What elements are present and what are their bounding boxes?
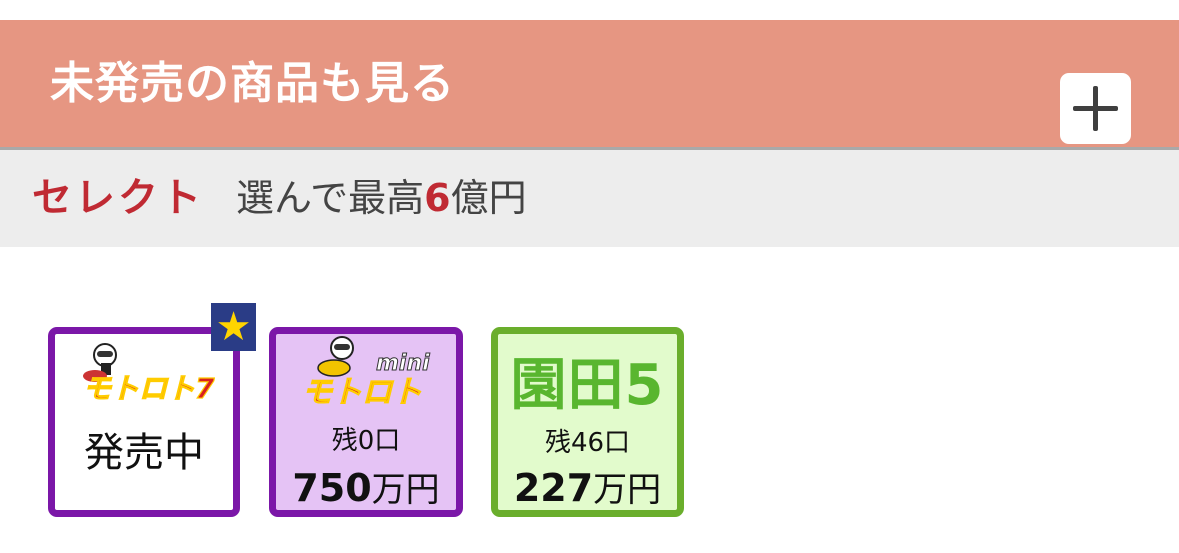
unreleased-products-title[interactable]: 未発売の商品も見る [50,20,455,147]
product-card-sonoda5[interactable]: 園田5 残46口 227万円 [491,327,684,517]
motoloto-mini-logo-text: モトロト [302,375,422,410]
product-card-motoloto7[interactable]: モトロト7 発売中 [48,327,240,517]
card-status: 発売中 [84,430,204,476]
card-remaining: 残0口 [331,426,401,456]
select-label: セレクト [32,175,204,221]
expand-button[interactable] [1060,73,1131,144]
select-desc-suffix: 億円 [450,176,527,220]
prize-unit: 万円 [371,470,440,510]
select-desc-prefix: 選んで最高 [236,176,425,220]
select-section-header: セレクト 選んで最高6億円 [0,150,1179,247]
select-desc-amount: 6 [424,176,451,220]
plus-icon-vertical [1093,86,1098,131]
card-prize: 750万円 [276,462,456,511]
star-icon: ★ [211,303,256,351]
prize-amount: 227 [513,466,594,510]
select-description: 選んで最高6億円 [236,150,527,247]
card-prize: 227万円 [498,462,677,511]
prize-amount: 750 [292,466,372,510]
motoloto7-logo-text: モトロト7 [83,372,215,405]
motoloto7-logo: モトロト7 [82,343,215,406]
product-card-motoloto-mini[interactable]: mini モトロト 残0口 750万円 [269,327,463,517]
prize-unit: 万円 [593,470,662,510]
motoloto-mini-logo-small-text: mini [376,351,430,376]
card-remaining: 残46口 [544,428,631,458]
unreleased-products-bar[interactable]: 未発売の商品も見る [0,20,1179,147]
page: 未発売の商品も見る セレクト 選んで最高6億円 モトロト7 発売中 ★ mini… [0,0,1179,553]
motoloto-mini-logo: mini モトロト [301,336,431,410]
product-name: 園田5 [510,353,665,418]
